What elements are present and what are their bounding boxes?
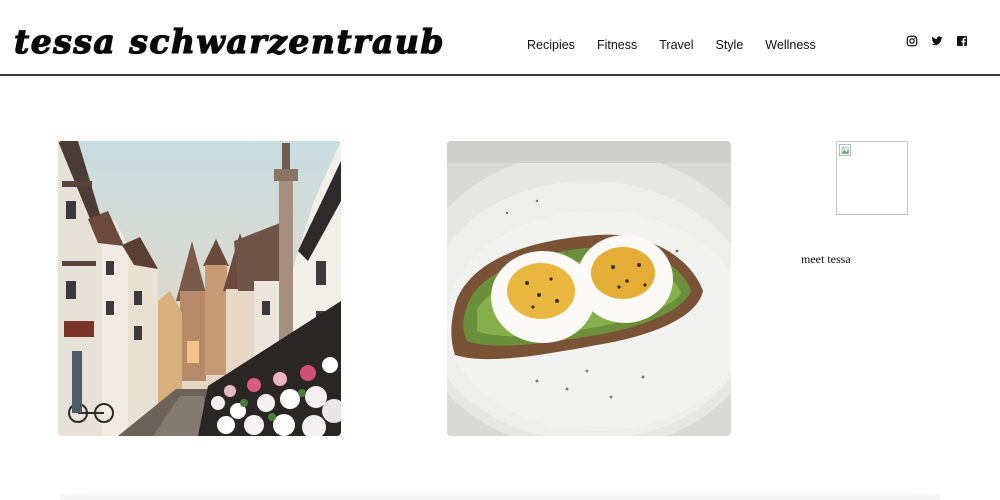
nav-item-recipies[interactable]: Recipies — [527, 38, 575, 52]
profile-image[interactable] — [836, 141, 908, 215]
post-card-recipe-toast[interactable] — [447, 141, 731, 436]
twitter-icon[interactable] — [931, 35, 943, 47]
avocado-egg-toast-photo — [447, 141, 731, 436]
old-town-street-photo — [58, 141, 341, 436]
facebook-icon[interactable] — [956, 35, 968, 47]
instagram-icon[interactable] — [906, 35, 918, 47]
social-links — [906, 35, 968, 47]
nav-item-fitness[interactable]: Fitness — [597, 38, 637, 52]
bottom-shadow — [60, 488, 940, 500]
broken-image-icon — [839, 144, 851, 156]
post-card-travel-town[interactable] — [58, 141, 341, 436]
nav-item-wellness[interactable]: Wellness — [765, 38, 815, 52]
site-header: tessa schwarzentraub Recipies Fitness Tr… — [0, 0, 1000, 76]
header-divider — [0, 74, 1000, 76]
nav-item-travel[interactable]: Travel — [659, 38, 693, 52]
nav-item-style[interactable]: Style — [716, 38, 744, 52]
main-nav: Recipies Fitness Travel Style Wellness — [527, 38, 838, 52]
meet-tessa-link[interactable]: meet tessa — [801, 252, 851, 267]
site-logo[interactable]: tessa schwarzentraub — [13, 21, 445, 61]
